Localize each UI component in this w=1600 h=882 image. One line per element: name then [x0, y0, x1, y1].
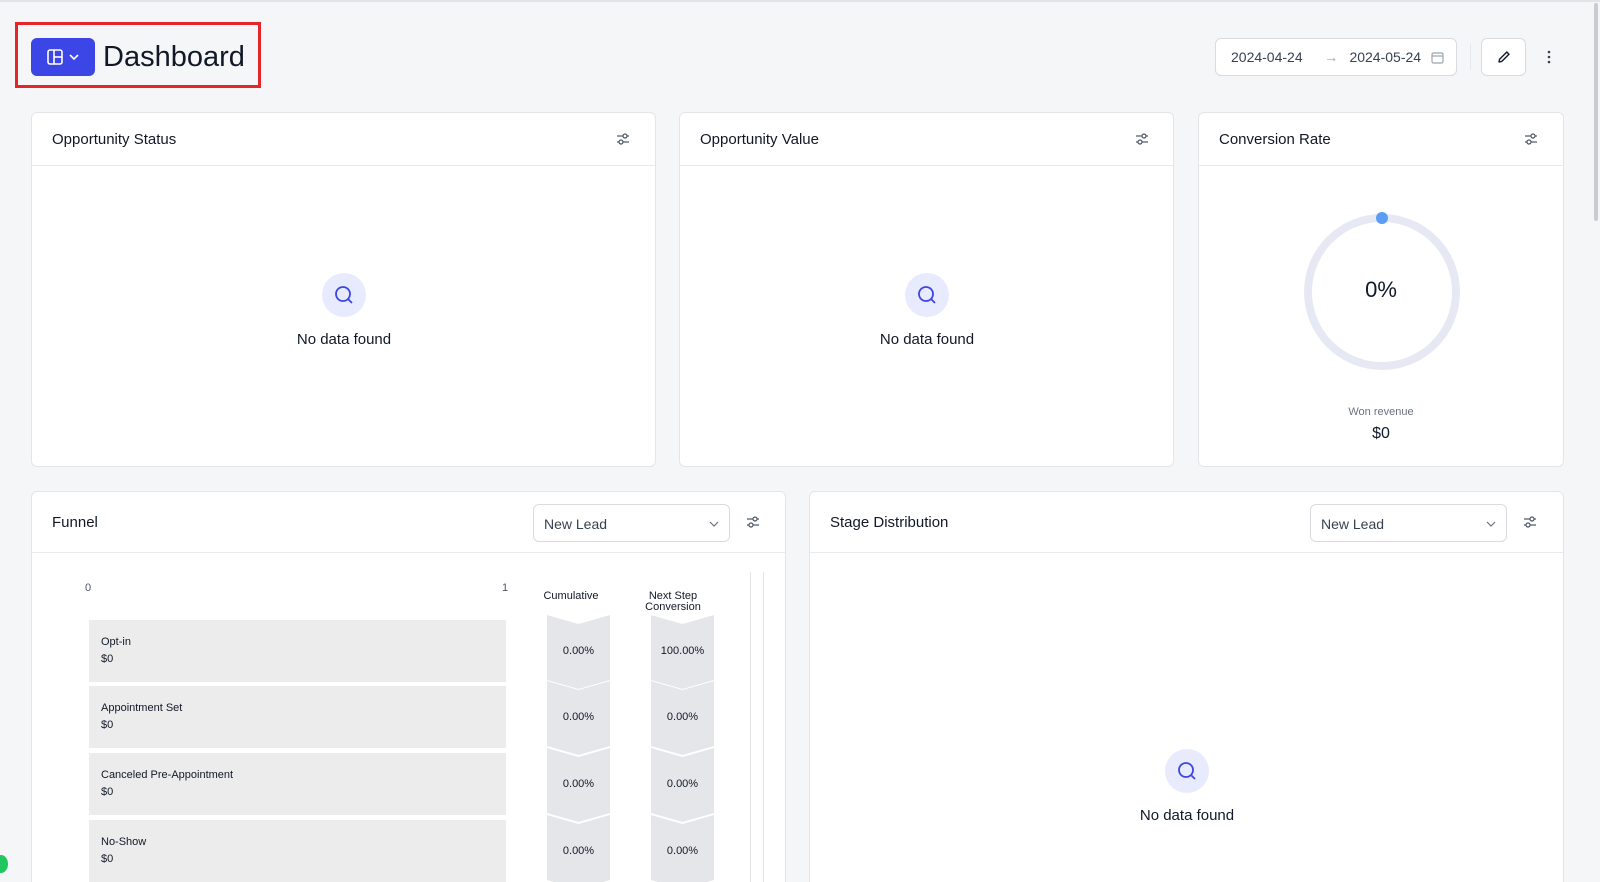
empty-state: No data found — [1087, 749, 1287, 824]
date-range-picker[interactable]: 2024-04-24 → 2024-05-24 — [1215, 38, 1457, 76]
empty-text: No data found — [296, 331, 392, 348]
chevron-down-icon — [709, 521, 719, 527]
sliders-icon[interactable] — [744, 513, 762, 531]
calendar-icon[interactable] — [1431, 51, 1444, 64]
next-step-cell: 0.00% — [651, 748, 714, 822]
axis-min-label: 0 — [85, 582, 92, 594]
axis-max-label: 1 — [502, 582, 509, 594]
empty-state: No data found — [244, 273, 444, 348]
won-revenue-value: $0 — [1372, 425, 1390, 442]
funnel-stage-select[interactable]: New Lead — [533, 504, 730, 542]
next-step-value: 0.00% — [666, 845, 699, 857]
funnel-stage-bar[interactable]: No-Show $0 — [89, 820, 506, 882]
pencil-icon — [1497, 51, 1510, 63]
card-title: Opportunity Status — [52, 131, 177, 148]
won-revenue-label: Won revenue — [1348, 406, 1414, 418]
edit-dashboard-button[interactable] — [1481, 38, 1526, 76]
page-scrollbar[interactable] — [1594, 3, 1598, 221]
conversion-rate-card: Conversion Rate 0% Won revenue $0 — [1198, 112, 1564, 467]
funnel-scrollbar-edge — [763, 572, 764, 882]
support-widget-icon[interactable] — [0, 855, 8, 873]
next-step-cell: 100.00% — [651, 615, 714, 689]
date-start-input[interactable]: 2024-04-24 — [1231, 49, 1324, 65]
cumulative-value: 0.00% — [562, 645, 595, 657]
cumulative-header: Cumulative — [543, 590, 599, 602]
stage-distribution-card: Stage Distribution New Lead No data foun… — [809, 491, 1564, 882]
opportunity-value-card: Opportunity Value No data found — [679, 112, 1174, 467]
funnel-scrollbar-track[interactable] — [750, 572, 751, 882]
card-header: Opportunity Value — [680, 113, 1173, 166]
next-step-value: 100.00% — [660, 645, 705, 657]
card-header: Stage Distribution New Lead — [810, 492, 1563, 553]
search-icon — [322, 273, 366, 317]
stage-value: $0 — [101, 853, 114, 865]
funnel-stage-bar[interactable]: Opt-in $0 — [89, 620, 506, 682]
stage-name: Canceled Pre-Appointment — [101, 769, 234, 781]
next-step-cell: 0.00% — [651, 681, 714, 755]
next-step-header: Next Step Conversion — [633, 591, 713, 613]
sliders-icon[interactable] — [1521, 513, 1539, 531]
next-step-header-line2: Conversion — [645, 601, 701, 613]
funnel-card: Funnel New Lead 0 1 Cumulative Next Step… — [31, 491, 786, 882]
cumulative-cell: 0.00% — [547, 681, 610, 755]
next-step-value: 0.00% — [666, 778, 699, 790]
more-vertical-icon — [1547, 50, 1551, 64]
next-step-cell: 0.00% — [651, 815, 714, 882]
cumulative-cell: 0.00% — [547, 815, 610, 882]
stage-value: $0 — [101, 653, 114, 665]
stage-distribution-select[interactable]: New Lead — [1310, 504, 1507, 542]
select-value: New Lead — [1321, 516, 1385, 532]
page-title: Dashboard — [103, 41, 245, 73]
chevron-down-icon — [69, 54, 79, 61]
sliders-icon[interactable] — [1522, 130, 1540, 148]
card-header: Conversion Rate — [1199, 113, 1563, 166]
card-title: Funnel — [52, 514, 98, 531]
chevron-down-icon — [1486, 521, 1496, 527]
card-title: Opportunity Value — [700, 131, 819, 148]
card-header: Funnel New Lead — [32, 492, 785, 553]
date-end-input[interactable]: 2024-05-24 — [1349, 49, 1429, 65]
dashboard-switcher-button[interactable] — [31, 38, 95, 76]
card-title: Conversion Rate — [1219, 131, 1331, 148]
empty-text: No data found — [1139, 807, 1235, 824]
conversion-rate-value: 0% — [1365, 277, 1397, 302]
opportunity-status-card: Opportunity Status No data found — [31, 112, 656, 467]
cumulative-cell: 0.00% — [547, 748, 610, 822]
layout-icon — [47, 49, 63, 65]
empty-state: No data found — [827, 273, 1027, 348]
cumulative-cell: 0.00% — [547, 615, 610, 689]
card-header: Opportunity Status — [32, 113, 655, 166]
funnel-stage-bar[interactable]: Appointment Set $0 — [89, 686, 506, 748]
cumulative-value: 0.00% — [562, 711, 595, 723]
arrow-right-icon: → — [1324, 49, 1339, 65]
search-icon — [1165, 749, 1209, 793]
stage-name: No-Show — [101, 836, 147, 848]
sliders-icon[interactable] — [614, 130, 632, 148]
donut-progress-dot — [1376, 212, 1388, 224]
card-title: Stage Distribution — [830, 514, 949, 531]
funnel-stage-bar[interactable]: Canceled Pre-Appointment $0 — [89, 753, 506, 815]
cumulative-value: 0.00% — [562, 845, 595, 857]
top-border — [0, 0, 1600, 2]
stage-value: $0 — [101, 719, 114, 731]
next-step-value: 0.00% — [666, 711, 699, 723]
more-options-button[interactable] — [1537, 42, 1561, 72]
header-divider — [1470, 44, 1471, 70]
select-value: New Lead — [544, 516, 608, 532]
sliders-icon[interactable] — [1133, 130, 1151, 148]
search-icon — [905, 273, 949, 317]
stage-value: $0 — [101, 786, 114, 798]
cumulative-value: 0.00% — [562, 778, 595, 790]
stage-name: Opt-in — [101, 636, 131, 648]
empty-text: No data found — [879, 331, 975, 348]
stage-name: Appointment Set — [101, 702, 183, 714]
